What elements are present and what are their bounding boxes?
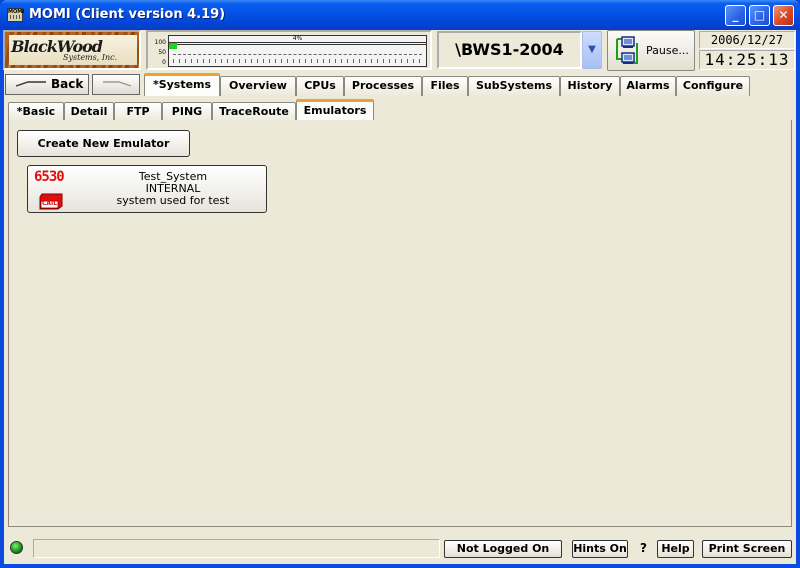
tab-ping[interactable]: PING <box>162 102 212 122</box>
tab-emulators[interactable]: Emulators <box>296 99 374 122</box>
forward-button[interactable] <box>92 74 140 95</box>
tab-subsystems[interactable]: SubSystems <box>468 76 560 96</box>
status-bar: Not Logged On Hints On ? Help Print Scre… <box>0 535 792 560</box>
current-date: 2006/12/27 <box>699 31 795 49</box>
pause-button[interactable]: Pause... <box>607 30 695 71</box>
back-label: Back <box>51 77 84 91</box>
logo-subtitle: Systems, Inc. <box>63 53 118 62</box>
tab-files[interactable]: Files <box>422 76 468 96</box>
computers-exchange-icon <box>616 36 638 64</box>
forward-arrow-icon <box>103 81 132 87</box>
tab-ftp[interactable]: FTP <box>114 102 162 122</box>
emulator-card[interactable]: 6530 CAIL Test_System INTERNAL system us… <box>27 165 267 213</box>
tab-basic[interactable]: *Basic <box>8 102 64 122</box>
gauge-plot: 4% <box>168 35 427 67</box>
tab-configure[interactable]: Configure <box>676 76 750 96</box>
back-arrow-icon <box>15 81 46 87</box>
company-logo: BlackWood Systems, Inc. <box>3 30 141 70</box>
gauge-ticks <box>173 59 422 63</box>
app-window: MOMI MOMI (Client version 4.19) _ □ ✕ Bl… <box>0 0 800 568</box>
pause-label: Pause... <box>646 44 689 57</box>
tab-detail[interactable]: Detail <box>64 102 114 122</box>
minimize-button[interactable]: _ <box>725 5 746 26</box>
emulator-details: Test_System INTERNAL system used for tes… <box>83 171 263 207</box>
tab-systems[interactable]: *Systems <box>144 73 220 96</box>
gauge-percent-label: 4% <box>292 35 303 42</box>
back-button[interactable]: Back <box>5 74 89 95</box>
gauge-scale: 100 50 0 <box>154 39 166 66</box>
status-message <box>33 539 440 558</box>
help-button[interactable]: Help <box>657 540 694 558</box>
close-button[interactable]: ✕ <box>773 5 794 26</box>
system-name-field[interactable]: \BWS1-2004 <box>437 31 582 69</box>
emulator-model: 6530 <box>34 169 65 185</box>
gauge-level-fill <box>169 43 177 49</box>
tab-overview[interactable]: Overview <box>220 76 296 96</box>
login-status-button[interactable]: Not Logged On <box>444 540 562 558</box>
question-icon[interactable]: ? <box>640 541 647 555</box>
create-emulator-button[interactable]: Create New Emulator <box>17 130 190 157</box>
app-icon[interactable]: MOMI <box>7 8 24 22</box>
print-screen-button[interactable]: Print Screen <box>702 540 792 558</box>
system-dropdown-button[interactable]: ▼ <box>582 31 602 69</box>
title-bar[interactable]: MOMI MOMI (Client version 4.19) _ □ ✕ <box>0 0 800 30</box>
maximize-button[interactable]: □ <box>749 5 770 26</box>
gauge-level-bar <box>169 42 426 49</box>
tab-cpus[interactable]: CPUs <box>296 76 344 96</box>
window-title: MOMI (Client version 4.19) <box>29 7 226 22</box>
tab-alarms[interactable]: Alarms <box>620 76 676 96</box>
tab-traceroute[interactable]: TraceRoute <box>212 102 296 122</box>
emulator-description: system used for test <box>116 194 230 207</box>
chevron-down-icon: ▼ <box>588 44 596 55</box>
connection-status-icon <box>10 541 23 554</box>
emulator-badge: CAIL <box>42 200 58 207</box>
hints-toggle-button[interactable]: Hints On <box>572 540 628 558</box>
gauge-midline <box>173 54 422 55</box>
cpu-gauge: 100 50 0 4% <box>146 30 432 70</box>
tab-processes[interactable]: Processes <box>344 76 422 96</box>
current-time: 14:25:13 <box>699 50 795 70</box>
tab-history[interactable]: History <box>560 76 620 96</box>
